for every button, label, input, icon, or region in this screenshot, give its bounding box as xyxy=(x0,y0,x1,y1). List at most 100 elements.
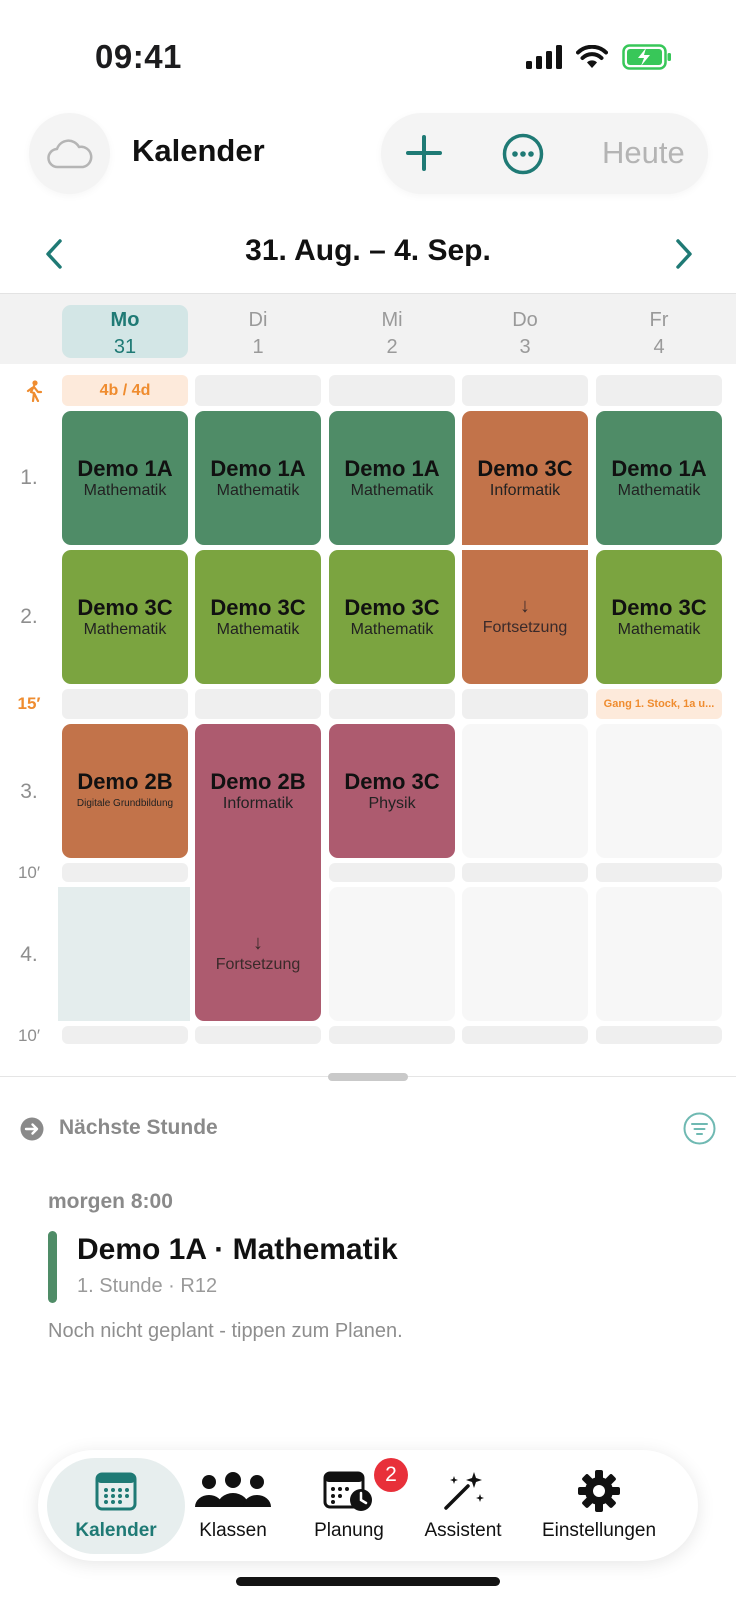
lesson-card[interactable]: Demo 3C Mathematik xyxy=(195,550,321,684)
next-lesson-hint[interactable]: Noch nicht geplant - tippen zum Planen. xyxy=(48,1320,403,1343)
lesson-class: Demo 2B xyxy=(77,768,173,794)
break-slot[interactable] xyxy=(195,689,321,719)
lesson-card[interactable]: Demo 1A Mathematik xyxy=(195,411,321,545)
supervision-empty[interactable] xyxy=(329,375,455,406)
period-label: 1. xyxy=(20,466,38,489)
day-date: 2 xyxy=(386,336,398,358)
plus-icon[interactable] xyxy=(404,133,444,173)
week-range-title: 31. Aug. – 4. Sep. xyxy=(245,234,491,267)
empty-slot[interactable] xyxy=(462,724,588,858)
status-icons xyxy=(526,44,672,70)
supervision-mo[interactable]: 4b / 4d xyxy=(62,375,188,406)
day-header-do[interactable]: Do 3 xyxy=(462,305,588,358)
magic-wand-icon xyxy=(444,1472,484,1510)
break-slot[interactable] xyxy=(62,863,188,882)
day-name: Do xyxy=(512,309,538,331)
break-slot[interactable] xyxy=(462,689,588,719)
tab-einstellungen[interactable]: Einstellungen xyxy=(528,1470,670,1542)
tab-label: Assistent xyxy=(424,1520,502,1541)
break-slot[interactable] xyxy=(329,863,455,882)
continuation-label: Fortsetzung xyxy=(215,956,301,973)
next-lesson-color-bar xyxy=(48,1231,57,1303)
break-slot[interactable] xyxy=(329,689,455,719)
lesson-card[interactable]: Demo 3C Mathematik xyxy=(329,550,455,684)
supervision-empty[interactable] xyxy=(462,375,588,406)
next-lesson-section-title: Nächste Stunde xyxy=(59,1116,218,1139)
signal-icon xyxy=(526,45,562,69)
lesson-class: Demo 3C xyxy=(77,594,173,620)
day-header-di[interactable]: Di 1 xyxy=(195,305,321,358)
today-button[interactable]: Heute xyxy=(602,135,685,171)
day-header-mo[interactable]: Mo 31 xyxy=(62,305,188,358)
sheet-grabber[interactable] xyxy=(328,1073,408,1081)
tab-klassen[interactable]: Klassen xyxy=(168,1470,298,1542)
day-header-mi[interactable]: Mi 2 xyxy=(329,305,455,358)
supervision-empty[interactable] xyxy=(195,375,321,406)
period-label: 3. xyxy=(20,780,38,803)
tab-assistent[interactable]: Assistent xyxy=(398,1470,528,1542)
lesson-class: Demo 2B xyxy=(210,768,306,794)
filter-circle-icon[interactable] xyxy=(683,1112,716,1145)
lesson-card[interactable]: Demo 2B Digitale Grundbildung xyxy=(62,724,188,858)
break-slot[interactable] xyxy=(596,863,722,882)
lesson-subject: Mathematik xyxy=(350,481,434,499)
empty-slot[interactable] xyxy=(596,887,722,1021)
break-slot[interactable] xyxy=(596,1026,722,1044)
empty-slot[interactable] xyxy=(329,887,455,1021)
lesson-class: Demo 3C xyxy=(477,455,573,481)
lesson-card[interactable]: Demo 2B Informatik xyxy=(195,724,321,858)
battery-icon xyxy=(622,44,671,70)
lesson-subject: Physik xyxy=(368,794,416,812)
empty-slot[interactable] xyxy=(462,887,588,1021)
tab-label: Planung xyxy=(314,1520,384,1541)
tab-label: Kalender xyxy=(75,1520,157,1541)
break-label: 10′ xyxy=(17,1026,41,1045)
empty-slot[interactable] xyxy=(596,724,722,858)
lesson-subject: Mathematik xyxy=(617,481,701,499)
day-name: Mo xyxy=(110,309,140,331)
page-title: Kalender xyxy=(132,133,265,168)
lesson-card[interactable]: Demo 3C Physik xyxy=(329,724,455,858)
tab-label: Klassen xyxy=(199,1520,267,1541)
people-icon xyxy=(195,1472,271,1507)
lesson-card[interactable]: Demo 1A Mathematik xyxy=(596,411,722,545)
lesson-subject: Mathematik xyxy=(617,620,701,638)
day-header: Mo 31 Di 1 Mi 2 Do 3 Fr 4 xyxy=(0,293,736,364)
next-lesson-title[interactable]: Demo 1A · Mathematik xyxy=(77,1233,398,1267)
ellipsis-circle-icon[interactable] xyxy=(502,133,544,175)
break-slot[interactable] xyxy=(462,863,588,882)
period-label: 4. xyxy=(20,943,38,966)
lesson-class: Demo 1A xyxy=(611,455,707,481)
lesson-class: Demo 1A xyxy=(77,455,173,481)
lesson-class: Demo 3C xyxy=(344,594,440,620)
supervision-empty[interactable] xyxy=(596,375,722,406)
arrow-right-circle-icon xyxy=(20,1117,44,1141)
break-slot[interactable] xyxy=(62,689,188,719)
calendar-clock-icon xyxy=(323,1471,372,1511)
lesson-card[interactable]: Demo 3C Mathematik xyxy=(62,550,188,684)
break-slot[interactable] xyxy=(462,1026,588,1044)
lesson-subject: Mathematik xyxy=(216,620,300,638)
lesson-subject: Mathematik xyxy=(350,620,434,638)
break-slot[interactable] xyxy=(329,1026,455,1044)
next-lesson-time: morgen 8:00 xyxy=(48,1190,173,1213)
lesson-continuation[interactable]: ↓ Fortsetzung xyxy=(195,887,321,1021)
day-name: Fr xyxy=(649,309,669,331)
cloud-sync-button[interactable] xyxy=(29,113,110,194)
empty-slot-today[interactable] xyxy=(58,887,190,1021)
break-slot[interactable] xyxy=(62,1026,188,1044)
break-label: 15′ xyxy=(17,694,41,713)
break-slot[interactable] xyxy=(195,1026,321,1044)
supervision-fr[interactable]: Gang 1. Stock, 1a u... xyxy=(596,689,722,719)
lesson-card[interactable]: Demo 1A Mathematik xyxy=(329,411,455,545)
lesson-class: Demo 3C xyxy=(210,594,306,620)
lesson-card[interactable]: Demo 3C Mathematik xyxy=(596,550,722,684)
lesson-span-bridge[interactable] xyxy=(195,858,321,888)
lesson-card[interactable]: Demo 1A Mathematik xyxy=(62,411,188,545)
chevron-right-icon[interactable] xyxy=(668,236,698,272)
lesson-class: Demo 3C xyxy=(344,768,440,794)
day-header-fr[interactable]: Fr 4 xyxy=(596,305,722,358)
lesson-card[interactable]: Demo 3C Informatik xyxy=(462,411,588,545)
lesson-continuation[interactable]: ↓ Fortsetzung xyxy=(462,550,588,684)
tab-kalender[interactable]: Kalender xyxy=(51,1470,181,1542)
